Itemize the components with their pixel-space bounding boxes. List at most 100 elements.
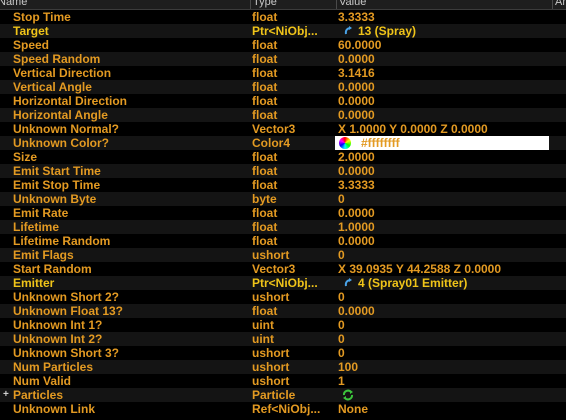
property-value[interactable] (338, 388, 550, 402)
property-value[interactable]: 0.0000 (338, 52, 550, 66)
property-value[interactable]: 0 (338, 248, 550, 262)
property-type: float (252, 220, 278, 234)
link-target-label: 13 (Spray) (358, 24, 417, 38)
property-row-unknown-short-2[interactable]: Unknown Short 2? ushort 0 (0, 290, 566, 304)
property-row-speed-random[interactable]: Speed Random float 0.0000 (0, 52, 566, 66)
property-row-vertical-direction[interactable]: Vertical Direction float 3.1416 (0, 66, 566, 80)
property-type: float (252, 150, 278, 164)
particles-icon[interactable] (342, 389, 354, 401)
property-value-link[interactable]: 13 (Spray) (338, 24, 550, 38)
property-value-link[interactable]: 4 (Spray01 Emitter) (338, 276, 550, 290)
property-row-size[interactable]: Size float 2.0000 (0, 150, 566, 164)
property-value[interactable]: 60.0000 (338, 38, 550, 52)
property-row-emit-rate[interactable]: Emit Rate float 0.0000 (0, 206, 566, 220)
color-hex-value: #ffffffff (361, 136, 400, 150)
property-type: float (252, 234, 278, 248)
property-value[interactable]: 2.0000 (338, 150, 550, 164)
property-type: float (252, 304, 278, 318)
property-name: Unknown Short 2? (13, 290, 119, 304)
property-value[interactable]: 100 (338, 360, 550, 374)
property-value[interactable]: 0.0000 (338, 94, 550, 108)
property-name: Horizontal Angle (13, 108, 108, 122)
property-value[interactable]: 0 (338, 290, 550, 304)
property-name: Vertical Angle (13, 80, 92, 94)
property-name: Unknown Normal? (13, 122, 120, 136)
property-row-vertical-angle[interactable]: Vertical Angle float 0.0000 (0, 80, 566, 94)
property-row-target[interactable]: Target Ptr<NiObj... 13 (Spray) (0, 24, 566, 38)
property-type: Particle (252, 388, 296, 402)
property-name: Start Random (13, 262, 92, 276)
expand-toggle[interactable]: + (3, 388, 11, 402)
column-header-name[interactable]: Name (0, 0, 248, 9)
property-type: Color4 (252, 136, 291, 150)
property-value[interactable]: 0.0000 (338, 80, 550, 94)
property-name: Unknown Int 2? (13, 332, 103, 346)
property-value[interactable]: 0.0000 (338, 304, 550, 318)
property-name: Horizontal Direction (13, 94, 128, 108)
property-name: Size (13, 150, 38, 164)
color-value-field[interactable]: #ffffffff (335, 136, 549, 150)
column-header-bar: Name Type Value Arg (0, 0, 566, 10)
property-value[interactable]: 1.0000 (338, 220, 550, 234)
property-value[interactable]: 0 (338, 346, 550, 360)
property-row-stop-time[interactable]: Stop Time float 3.3333 (0, 10, 566, 24)
property-row-emitter[interactable]: Emitter Ptr<NiObj... 4 (Spray01 Emitter) (0, 276, 566, 290)
property-value[interactable]: 0 (338, 192, 550, 206)
property-name: Unknown Byte (13, 192, 97, 206)
property-row-unknown-short-3[interactable]: Unknown Short 3? ushort 0 (0, 346, 566, 360)
link-icon[interactable] (344, 26, 354, 36)
property-type: Vector3 (252, 262, 296, 276)
property-name: Num Particles (13, 360, 94, 374)
property-row-lifetime[interactable]: Lifetime float 1.0000 (0, 220, 566, 234)
property-row-particles[interactable]: + Particles Particle (0, 388, 566, 402)
property-row-unknown-link[interactable]: Unknown Link Ref<NiObj... None (0, 402, 566, 416)
property-row-unknown-int-1[interactable]: Unknown Int 1? uint 0 (0, 318, 566, 332)
property-name: Particles (13, 388, 64, 402)
property-row-emit-start-time[interactable]: Emit Start Time float 0.0000 (0, 164, 566, 178)
property-value[interactable]: 0 (338, 318, 550, 332)
property-row-emit-stop-time[interactable]: Emit Stop Time float 3.3333 (0, 178, 566, 192)
property-row-num-valid[interactable]: Num Valid ushort 1 (0, 374, 566, 388)
property-row-horizontal-direction[interactable]: Horizontal Direction float 0.0000 (0, 94, 566, 108)
color-wheel-icon[interactable] (339, 137, 351, 149)
column-header-type[interactable]: Type (250, 0, 336, 9)
property-row-unknown-normal[interactable]: Unknown Normal? Vector3 X 1.0000 Y 0.000… (0, 122, 566, 136)
property-value[interactable]: 0.0000 (338, 108, 550, 122)
property-row-horizontal-angle[interactable]: Horizontal Angle float 0.0000 (0, 108, 566, 122)
property-type: float (252, 52, 278, 66)
property-row-unknown-color[interactable]: Unknown Color? Color4 #ffffffff (0, 136, 566, 150)
property-row-lifetime-random[interactable]: Lifetime Random float 0.0000 (0, 234, 566, 248)
column-header-value[interactable]: Value (336, 0, 552, 9)
property-name: Lifetime Random (13, 234, 111, 248)
property-value[interactable]: 3.3333 (338, 178, 550, 192)
property-value[interactable]: 0 (338, 332, 550, 346)
property-type: uint (252, 318, 274, 332)
property-name: Unknown Short 3? (13, 346, 119, 360)
property-row-unknown-int-2[interactable]: Unknown Int 2? uint 0 (0, 332, 566, 346)
property-value[interactable]: 3.1416 (338, 66, 550, 80)
column-header-arg[interactable]: Arg (552, 0, 566, 9)
property-type: float (252, 66, 278, 80)
property-type: Vector3 (252, 122, 296, 136)
property-row-speed[interactable]: Speed float 60.0000 (0, 38, 566, 52)
property-value[interactable]: 3.3333 (338, 10, 550, 24)
property-row-start-random[interactable]: Start Random Vector3 X 39.0935 Y 44.2588… (0, 262, 566, 276)
property-type: uint (252, 332, 274, 346)
link-icon[interactable] (344, 278, 354, 288)
property-value[interactable]: None (338, 402, 550, 416)
property-value[interactable]: 0.0000 (338, 164, 550, 178)
property-row-num-particles[interactable]: Num Particles ushort 100 (0, 360, 566, 374)
property-value[interactable]: 0.0000 (338, 234, 550, 248)
property-type: ushort (252, 346, 290, 360)
property-type: Ptr<NiObj... (252, 276, 318, 290)
property-value[interactable]: 1 (338, 374, 550, 388)
property-type: ushort (252, 290, 290, 304)
property-value[interactable]: X 1.0000 Y 0.0000 Z 0.0000 (338, 122, 550, 136)
property-row-emit-flags[interactable]: Emit Flags ushort 0 (0, 248, 566, 262)
property-name: Speed Random (13, 52, 101, 66)
property-value[interactable]: 0.0000 (338, 206, 550, 220)
property-type: ushort (252, 360, 290, 374)
property-row-unknown-float-13[interactable]: Unknown Float 13? float 0.0000 (0, 304, 566, 318)
property-value[interactable]: X 39.0935 Y 44.2588 Z 0.0000 (338, 262, 550, 276)
property-row-unknown-byte[interactable]: Unknown Byte byte 0 (0, 192, 566, 206)
